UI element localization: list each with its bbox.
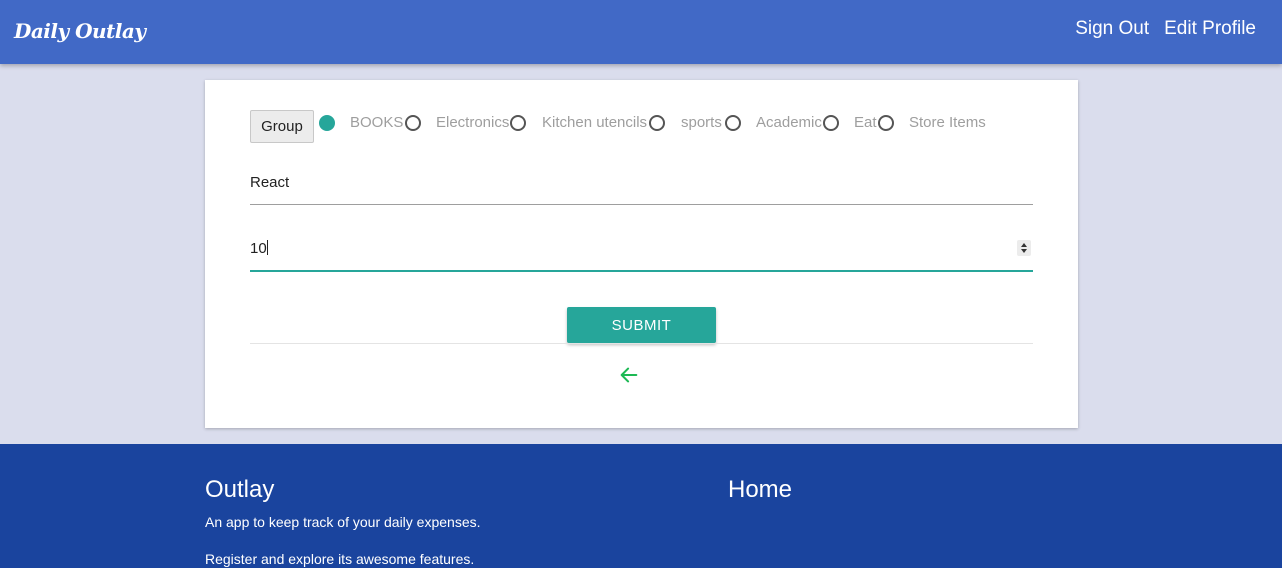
amount-input[interactable]: 10 [250, 238, 1033, 272]
radio-label-eat[interactable]: Eat [854, 114, 877, 131]
arrow-left-icon[interactable] [618, 364, 640, 386]
radio-academic[interactable] [725, 115, 741, 131]
footer-title: Outlay [205, 476, 275, 503]
radio-kitchen-utencils[interactable] [510, 115, 526, 131]
sign-out-link[interactable]: Sign Out [1075, 18, 1149, 40]
radio-sports[interactable] [649, 115, 665, 131]
expense-name-value: React [250, 174, 290, 191]
submit-button[interactable]: SUBMIT [567, 307, 716, 343]
group-button[interactable]: Group [250, 110, 314, 143]
footer-description: An app to keep track of your daily expen… [205, 514, 481, 530]
expense-form-card: Group BOOKS Electronics Kitchen utencils… [205, 80, 1078, 428]
footer-home-link[interactable]: Home [728, 476, 792, 504]
radio-eat[interactable] [823, 115, 839, 131]
amount-value: 10 [250, 240, 267, 257]
expense-name-input[interactable]: React [250, 173, 1033, 205]
radio-label-electronics[interactable]: Electronics [436, 114, 509, 131]
text-cursor [266, 240, 268, 255]
divider [250, 343, 1033, 344]
radio-label-sports[interactable]: sports [681, 114, 722, 131]
radio-store-items[interactable] [878, 115, 894, 131]
radio-label-store-items[interactable]: Store Items [909, 114, 986, 131]
radio-books[interactable] [319, 115, 335, 131]
radio-label-kitchen-utencils[interactable]: Kitchen utencils [542, 114, 647, 131]
brand-logo[interactable]: Daily Outlay [14, 19, 146, 43]
footer: Outlay An app to keep track of your dail… [0, 444, 1282, 568]
navbar: Daily Outlay Sign Out Edit Profile [0, 0, 1282, 64]
radio-label-books[interactable]: BOOKS [350, 114, 403, 131]
spinner-down-icon[interactable] [1021, 249, 1027, 253]
number-spinner-icon[interactable] [1017, 240, 1031, 256]
edit-profile-link[interactable]: Edit Profile [1164, 18, 1256, 40]
footer-register-text: Register and explore its awesome feature… [205, 551, 475, 567]
radio-electronics[interactable] [405, 115, 421, 131]
nav-links: Sign Out Edit Profile [1075, 18, 1256, 40]
spinner-up-icon[interactable] [1021, 243, 1027, 247]
radio-label-academic[interactable]: Academic [756, 114, 822, 131]
